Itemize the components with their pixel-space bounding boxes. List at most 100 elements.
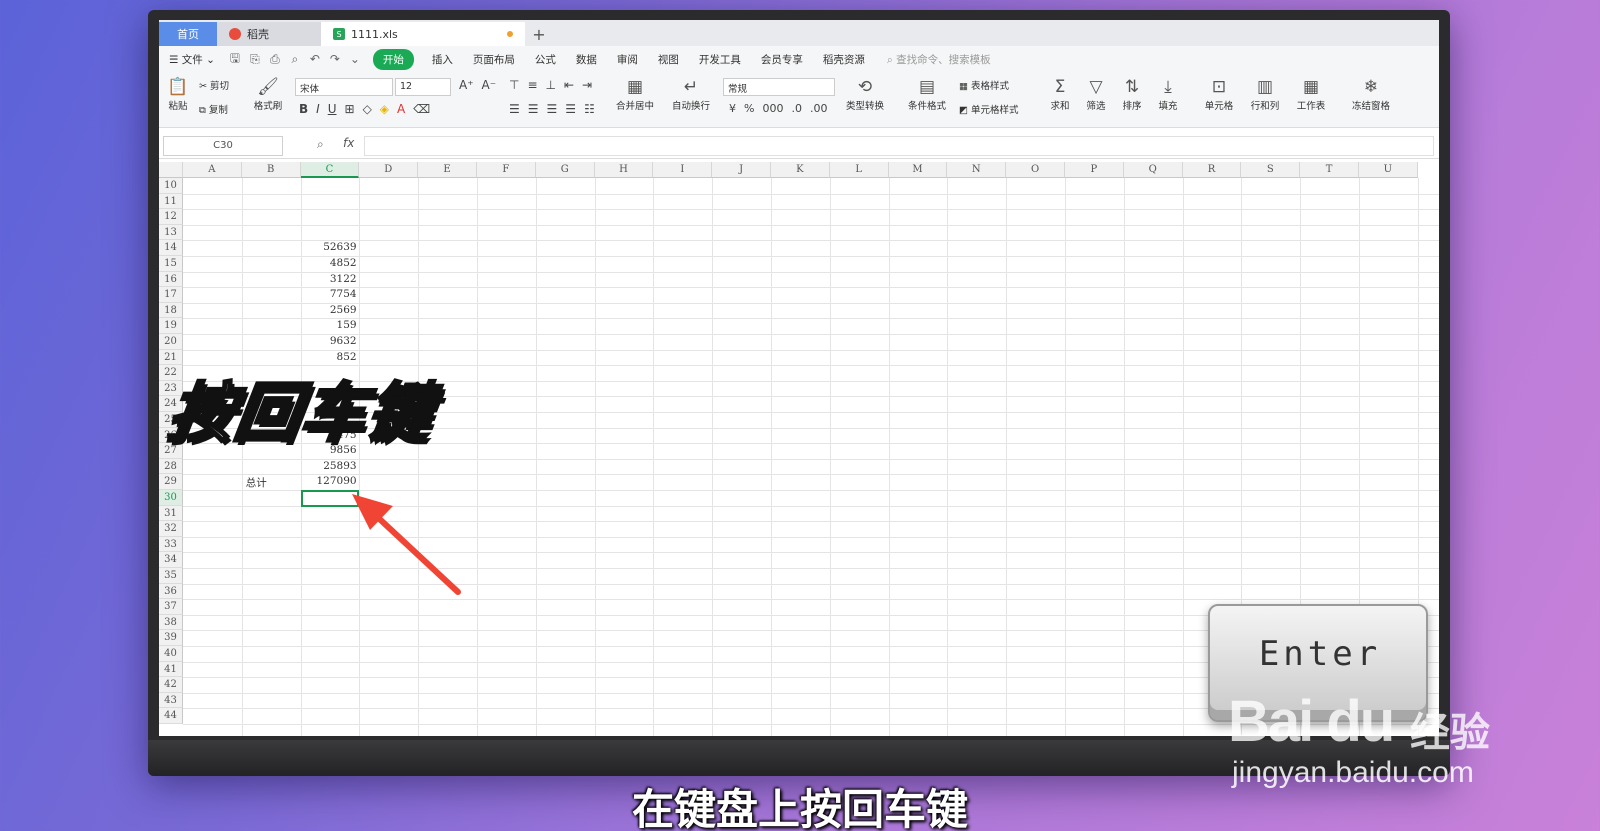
- column-header-u[interactable]: U: [1359, 162, 1418, 178]
- cell-c18[interactable]: 2569: [301, 304, 357, 316]
- column-header-i[interactable]: I: [653, 162, 713, 178]
- row-header-12[interactable]: 12: [159, 209, 183, 225]
- number-format-select[interactable]: 常规: [723, 78, 835, 96]
- currency-icon[interactable]: ¥: [729, 102, 736, 115]
- row-header-34[interactable]: 34: [159, 552, 183, 568]
- cell-c17[interactable]: 7754: [301, 288, 357, 300]
- font-name-select[interactable]: 宋体: [295, 78, 393, 96]
- row-header-29[interactable]: 29: [159, 474, 183, 490]
- row-header-13[interactable]: 13: [159, 224, 183, 241]
- align-left-icon[interactable]: ☰: [509, 102, 520, 116]
- column-header-k[interactable]: K: [771, 162, 830, 178]
- column-header-b[interactable]: B: [241, 162, 301, 178]
- percent-icon[interactable]: %: [744, 102, 754, 115]
- align-right-icon[interactable]: ☰: [547, 102, 558, 116]
- type-convert-button[interactable]: ⟲ 类型转换: [841, 76, 889, 112]
- increase-decimal-icon[interactable]: .0: [791, 102, 802, 115]
- cell-style-button[interactable]: ◩ 单元格样式: [959, 102, 1019, 116]
- selected-cell-c30[interactable]: [300, 490, 360, 507]
- menu-data[interactable]: 数据: [566, 52, 607, 67]
- thousands-icon[interactable]: 000: [762, 102, 783, 115]
- save-icon[interactable]: 🖫: [225, 49, 245, 70]
- bold-icon[interactable]: B: [299, 102, 308, 116]
- column-header-q[interactable]: Q: [1123, 162, 1183, 178]
- row-header-42[interactable]: 42: [159, 677, 183, 693]
- column-header-r[interactable]: R: [1182, 162, 1242, 178]
- undo-icon[interactable]: ↶: [305, 52, 325, 66]
- row-header-40[interactable]: 40: [159, 646, 183, 662]
- wrap-text-button[interactable]: ↵ 自动换行: [667, 76, 715, 112]
- shrink-font-icon[interactable]: A⁻: [482, 78, 497, 92]
- row-header-20[interactable]: 20: [159, 334, 183, 350]
- fill-button[interactable]: ⤓ 填充: [1153, 76, 1183, 112]
- row-header-18[interactable]: 18: [159, 302, 183, 319]
- align-center-icon[interactable]: ☰: [528, 102, 539, 116]
- print-preview-icon[interactable]: ⌕: [285, 52, 305, 67]
- formula-input[interactable]: [364, 136, 1434, 156]
- filter-button[interactable]: ▽ 筛选: [1081, 76, 1111, 112]
- row-header-16[interactable]: 16: [159, 271, 183, 288]
- grow-font-icon[interactable]: A⁺: [459, 78, 474, 92]
- row-col-button[interactable]: ▥ 行和列: [1245, 76, 1285, 112]
- paste-button[interactable]: 📋 粘贴: [165, 76, 191, 112]
- cell-c16[interactable]: 3122: [301, 273, 357, 285]
- row-header-11[interactable]: 11: [159, 193, 183, 210]
- format-painter-button[interactable]: 🖌 格式刷: [251, 76, 285, 112]
- menu-developer[interactable]: 开发工具: [689, 52, 751, 67]
- fill-color-icon[interactable]: ◈: [380, 102, 389, 116]
- cell-c14[interactable]: 52639: [301, 241, 356, 253]
- row-header-33[interactable]: 33: [159, 536, 183, 553]
- worksheet-button[interactable]: ▦ 工作表: [1291, 76, 1331, 112]
- tab-file[interactable]: S 1111.xls: [321, 22, 525, 46]
- row-header-31[interactable]: 31: [159, 505, 183, 522]
- cell-c29[interactable]: 127090: [301, 475, 357, 487]
- column-header-j[interactable]: J: [712, 162, 771, 178]
- column-header-a[interactable]: A: [183, 162, 242, 178]
- row-header-17[interactable]: 17: [159, 287, 183, 303]
- column-header-f[interactable]: F: [477, 162, 536, 178]
- row-header-43[interactable]: 43: [159, 692, 183, 709]
- copy-button[interactable]: ⧉ 复制: [199, 102, 228, 116]
- column-header-t[interactable]: T: [1300, 162, 1359, 178]
- conditional-format-button[interactable]: ▤ 条件格式: [903, 76, 951, 112]
- column-header-m[interactable]: M: [888, 162, 948, 178]
- zoom-icon[interactable]: ⌕: [317, 137, 324, 152]
- fx-icon[interactable]: fx: [343, 136, 354, 150]
- menu-review[interactable]: 审阅: [607, 52, 648, 67]
- column-header-l[interactable]: L: [829, 162, 889, 178]
- menu-file[interactable]: ☰ 文件 ⌄: [159, 52, 225, 67]
- cell-button[interactable]: ⊡ 单元格: [1199, 76, 1239, 112]
- menu-page-layout[interactable]: 页面布局: [463, 52, 525, 67]
- align-middle-icon[interactable]: ≡: [527, 78, 537, 92]
- align-bottom-icon[interactable]: ⊥: [546, 78, 556, 92]
- column-header-c[interactable]: C: [300, 162, 360, 178]
- cell-c28[interactable]: 25893: [301, 460, 356, 472]
- menu-member[interactable]: 会员专享: [751, 52, 813, 67]
- row-header-32[interactable]: 32: [159, 521, 183, 537]
- row-header-30[interactable]: 30: [159, 490, 183, 506]
- row-header-44[interactable]: 44: [159, 708, 183, 724]
- export-icon[interactable]: ⎘: [245, 52, 265, 67]
- italic-icon[interactable]: I: [316, 102, 320, 116]
- cut-button[interactable]: ✂ 剪切: [199, 78, 229, 92]
- print-icon[interactable]: ⎙: [265, 52, 285, 67]
- row-header-28[interactable]: 28: [159, 458, 183, 475]
- column-header-h[interactable]: H: [594, 162, 654, 178]
- column-header-d[interactable]: D: [359, 162, 419, 178]
- column-header-o[interactable]: O: [1006, 162, 1065, 178]
- row-header-38[interactable]: 38: [159, 614, 183, 631]
- tab-home[interactable]: 首页: [159, 22, 217, 46]
- cell-b29-total-label[interactable]: 总计: [246, 475, 267, 490]
- menu-formula[interactable]: 公式: [525, 52, 566, 67]
- new-tab-button[interactable]: +: [525, 22, 553, 46]
- column-header-s[interactable]: S: [1241, 162, 1301, 178]
- cell-c15[interactable]: 4852: [301, 257, 357, 269]
- underline-icon[interactable]: U: [328, 102, 337, 116]
- command-search[interactable]: ⌕ 查找命令、搜索模板: [887, 52, 991, 67]
- font-size-select[interactable]: 12: [395, 78, 451, 96]
- distribute-icon[interactable]: ☷: [584, 102, 595, 116]
- cell-c19[interactable]: 159: [301, 319, 357, 331]
- decrease-decimal-icon[interactable]: .00: [810, 102, 828, 115]
- tab-daoke[interactable]: 稻壳: [217, 22, 321, 46]
- cell-c21[interactable]: 852: [301, 351, 357, 363]
